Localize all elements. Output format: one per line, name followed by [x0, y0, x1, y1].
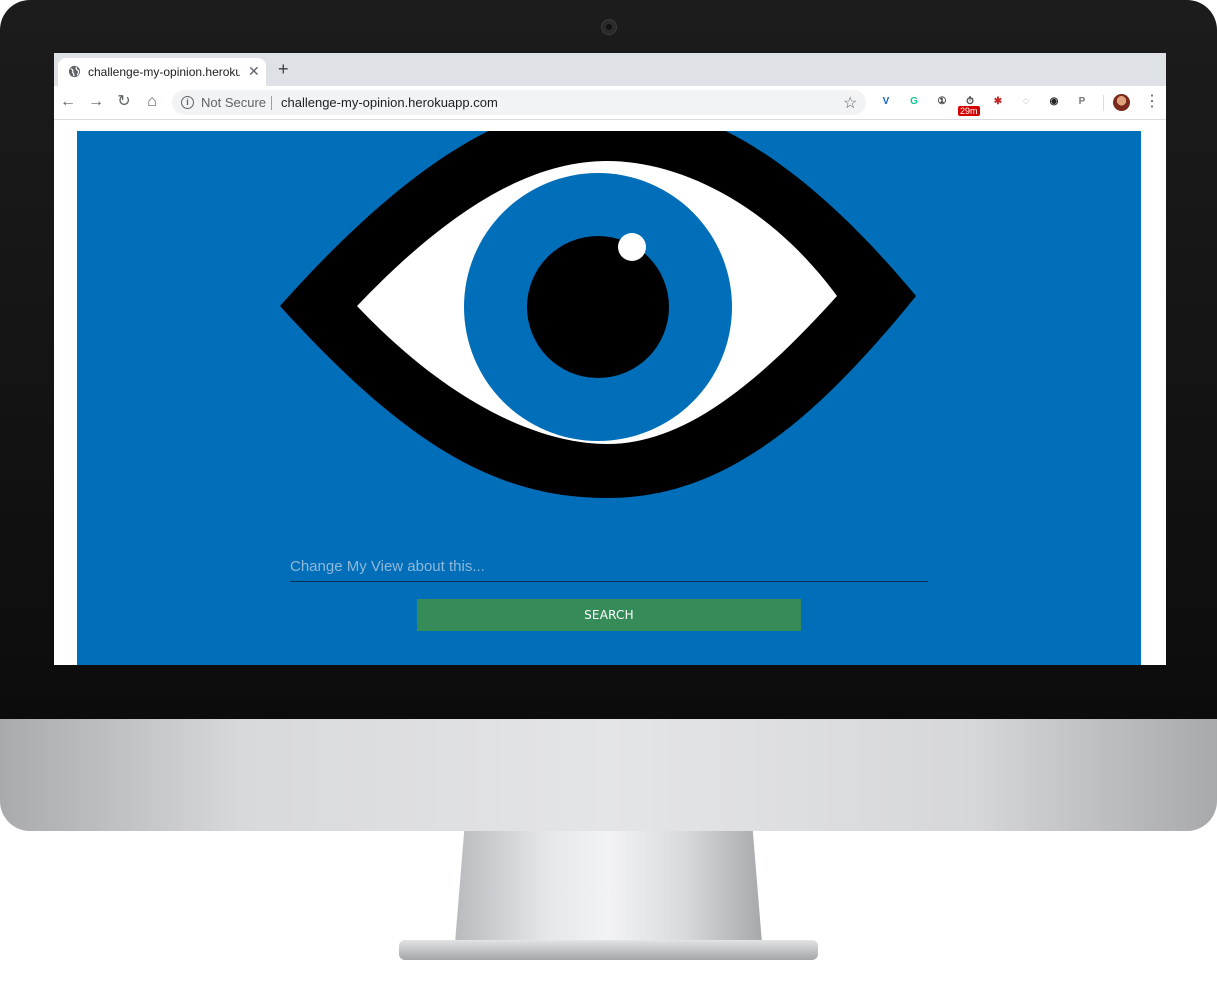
vee-extension-icon[interactable]: V: [878, 94, 894, 110]
red-extension-icon[interactable]: ✱: [990, 94, 1006, 110]
address-bar[interactable]: i Not Secure challenge-my-opinion.heroku…: [172, 90, 866, 115]
security-status-label[interactable]: Not Secure: [201, 95, 266, 110]
new-tab-icon[interactable]: +: [278, 60, 289, 78]
grammarly-icon[interactable]: G: [906, 94, 922, 110]
screen-capture-icon[interactable]: ◉: [1046, 94, 1062, 110]
timer-badge: 29m: [958, 106, 980, 116]
reload-icon[interactable]: ↻: [115, 93, 133, 111]
eye-logo: [280, 131, 916, 498]
monitor-stand-neck: [455, 831, 762, 943]
profile-avatar[interactable]: [1113, 94, 1130, 111]
page-content: SEARCH: [77, 131, 1141, 665]
toolbar-divider: [1103, 95, 1104, 111]
browser-window: challenge-my-opinion.herokuapp.com ✕ + ←…: [54, 53, 1166, 665]
monitor-chin: [0, 719, 1217, 831]
close-tab-icon[interactable]: ✕: [248, 63, 260, 79]
search-input[interactable]: [290, 551, 928, 582]
tab-title: challenge-my-opinion.herokuapp.com: [88, 65, 240, 79]
home-icon[interactable]: ⌂: [143, 93, 161, 111]
p-extension-icon[interactable]: P: [1074, 94, 1090, 110]
privacy-extension-icon[interactable]: ◌: [1018, 94, 1034, 110]
browser-menu-icon[interactable]: ⋮: [1144, 93, 1160, 111]
monitor-stand-foot: [399, 940, 818, 960]
tab-strip: challenge-my-opinion.herokuapp.com ✕ +: [54, 53, 1166, 86]
forward-arrow-icon[interactable]: →: [87, 93, 105, 111]
globe-icon: [68, 65, 81, 78]
browser-toolbar: ← → ↻ ⌂ i Not Secure challenge-my-opinio…: [54, 86, 1166, 120]
bookmark-star-icon[interactable]: ☆: [843, 93, 857, 113]
omnibox-divider: [271, 96, 272, 110]
info-icon[interactable]: i: [181, 96, 194, 109]
webcam-icon: [601, 19, 617, 35]
back-arrow-icon[interactable]: ←: [59, 93, 77, 111]
browser-tab[interactable]: challenge-my-opinion.herokuapp.com ✕: [58, 58, 266, 86]
search-button[interactable]: SEARCH: [417, 599, 801, 631]
onepassword-icon[interactable]: ①: [934, 94, 950, 110]
url-text[interactable]: challenge-my-opinion.herokuapp.com: [281, 95, 498, 110]
